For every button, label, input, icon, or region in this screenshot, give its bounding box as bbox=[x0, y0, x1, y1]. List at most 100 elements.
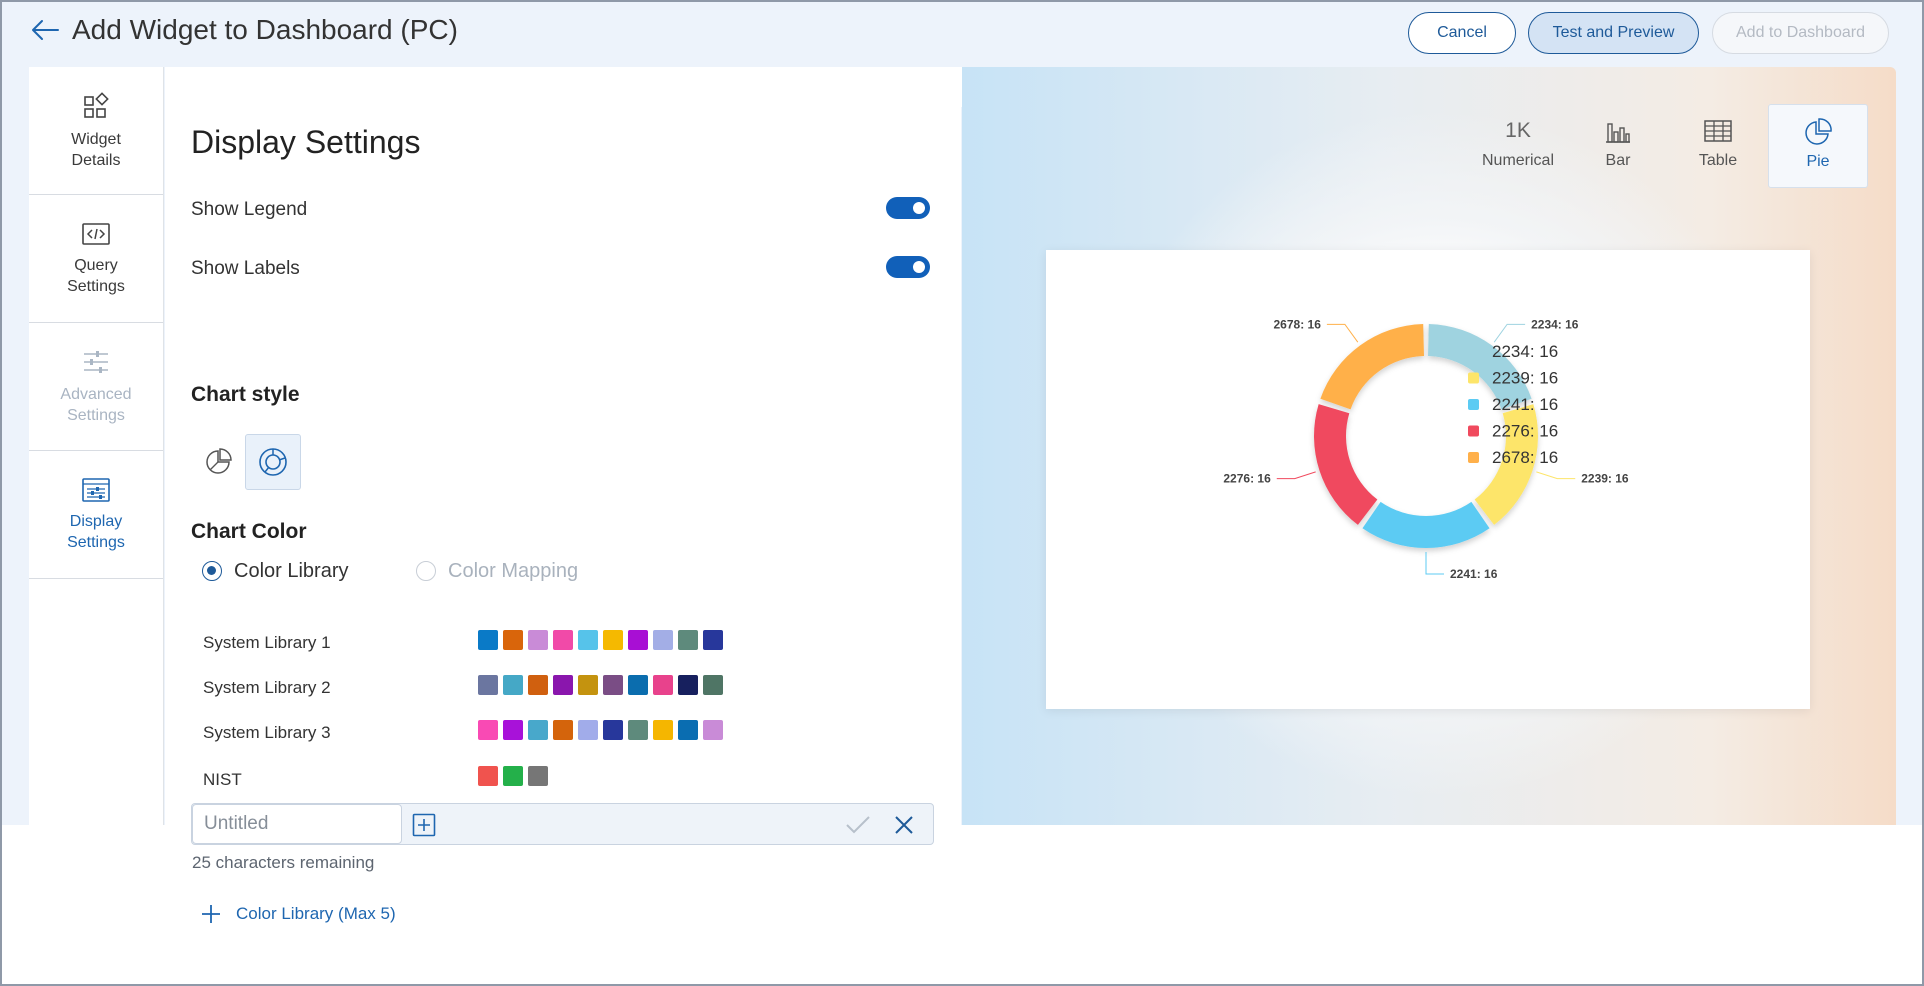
tab-numerical[interactable]: 1K Numerical bbox=[1468, 104, 1568, 188]
legend-swatch bbox=[1468, 372, 1479, 384]
library-name: System Library 1 bbox=[203, 633, 331, 652]
color-swatch[interactable] bbox=[478, 766, 498, 786]
add-color-button[interactable] bbox=[411, 812, 437, 838]
tab-pie[interactable]: Pie bbox=[1768, 104, 1868, 188]
show-labels-toggle[interactable] bbox=[886, 256, 930, 278]
sliders-icon bbox=[84, 350, 108, 373]
library-swatches[interactable] bbox=[478, 720, 723, 740]
display-settings-icon bbox=[82, 477, 110, 502]
slice-label: 2241: 16 bbox=[1450, 567, 1498, 581]
color-swatch[interactable] bbox=[578, 675, 598, 695]
tab-bar[interactable]: Bar bbox=[1568, 104, 1668, 188]
tab-label: Bar bbox=[1605, 152, 1631, 169]
chart-style-pie-button[interactable] bbox=[190, 434, 246, 490]
new-library-row bbox=[191, 803, 934, 845]
slice-label: 2234: 16 bbox=[1531, 317, 1579, 331]
back-arrow-icon[interactable] bbox=[28, 14, 64, 46]
tab-label: Numerical bbox=[1481, 152, 1554, 169]
color-swatch[interactable] bbox=[553, 720, 573, 740]
color-swatch[interactable] bbox=[503, 720, 523, 740]
color-swatch[interactable] bbox=[503, 630, 523, 650]
legend-label: 2678: 16 bbox=[1492, 448, 1558, 467]
confirm-button[interactable] bbox=[844, 813, 872, 837]
color-swatch[interactable] bbox=[628, 675, 648, 695]
color-swatch[interactable] bbox=[553, 630, 573, 650]
color-swatch[interactable] bbox=[528, 675, 548, 695]
sidebar-item-label: Display bbox=[69, 512, 123, 530]
color-swatch[interactable] bbox=[603, 720, 623, 740]
sidebar-item-label: Advanced bbox=[60, 385, 132, 403]
pie-slice-2276[interactable] bbox=[1314, 404, 1378, 525]
library-name: System Library 3 bbox=[203, 723, 331, 742]
numerical-icon: 1K bbox=[1505, 119, 1531, 142]
color-swatch[interactable] bbox=[653, 720, 673, 740]
sidebar-item-display-settings[interactable]: Display Settings bbox=[29, 451, 163, 579]
chart-color-heading: Chart Color bbox=[191, 520, 307, 543]
tab-table[interactable]: Table bbox=[1668, 104, 1768, 188]
legend-swatch bbox=[1468, 399, 1479, 410]
legend-item[interactable]: 2678: 16 bbox=[1468, 448, 1558, 467]
add-to-dashboard-button[interactable]: Add to Dashboard bbox=[1712, 12, 1889, 54]
library-swatches[interactable] bbox=[478, 766, 548, 786]
color-swatch[interactable] bbox=[678, 675, 698, 695]
sidebar-item-query-settings[interactable]: Query Settings bbox=[29, 195, 163, 323]
color-swatch[interactable] bbox=[678, 720, 698, 740]
legend-swatch bbox=[1468, 346, 1479, 357]
color-swatch[interactable] bbox=[603, 675, 623, 695]
slice-leader-line bbox=[1536, 471, 1576, 480]
color-swatch[interactable] bbox=[553, 675, 573, 695]
show-labels-label: Show Labels bbox=[191, 258, 300, 279]
cancel-button[interactable]: Cancel bbox=[1408, 12, 1516, 54]
library-swatches[interactable] bbox=[478, 675, 723, 695]
tab-label: Table bbox=[1698, 152, 1738, 169]
color-swatch[interactable] bbox=[578, 630, 598, 650]
color-swatch[interactable] bbox=[478, 720, 498, 740]
color-swatch[interactable] bbox=[478, 675, 498, 695]
library-name: NIST bbox=[203, 770, 242, 789]
color-mapping-radio[interactable] bbox=[416, 561, 436, 581]
close-icon bbox=[895, 816, 913, 834]
donut-chart: 2234: 16 2239: 16 2241: 16 2276: 16 2678: 16… bbox=[1223, 317, 1629, 581]
library-swatches[interactable] bbox=[478, 630, 723, 650]
color-swatch[interactable] bbox=[703, 630, 723, 650]
color-swatch[interactable] bbox=[478, 630, 498, 650]
chart-card: 2234: 16 2239: 16 2241: 16 2276: 16 2678: 16… bbox=[1046, 250, 1810, 709]
legend-item[interactable]: 2241: 16 bbox=[1468, 395, 1558, 414]
pie-slice-2241[interactable] bbox=[1362, 501, 1490, 548]
color-swatch[interactable] bbox=[703, 675, 723, 695]
slice-leader-line bbox=[1276, 471, 1316, 480]
discard-button[interactable] bbox=[892, 813, 916, 837]
slice-leader-line bbox=[1326, 323, 1359, 343]
color-swatch[interactable] bbox=[678, 630, 698, 650]
color-swatch[interactable] bbox=[653, 630, 673, 650]
sidebar-item-advanced-settings[interactable]: Advanced Settings bbox=[29, 323, 163, 451]
settings-sidebar: Widget Details Query Settings Advanced S… bbox=[29, 67, 164, 825]
legend-label: 2234: 16 bbox=[1492, 342, 1558, 361]
pie-chart-icon bbox=[1805, 118, 1832, 145]
add-color-library-button[interactable]: Color Library (Max 5) bbox=[200, 903, 396, 925]
legend-item[interactable]: 2276: 16 bbox=[1468, 422, 1558, 441]
color-swatch[interactable] bbox=[703, 720, 723, 740]
color-swatch[interactable] bbox=[503, 675, 523, 695]
characters-remaining: 25 characters remaining bbox=[192, 853, 375, 872]
color-swatch[interactable] bbox=[653, 675, 673, 695]
color-swatch[interactable] bbox=[603, 630, 623, 650]
chart-style-donut-button[interactable] bbox=[245, 434, 301, 490]
color-swatch[interactable] bbox=[628, 720, 648, 740]
legend-swatch bbox=[1468, 425, 1479, 437]
color-swatch[interactable] bbox=[503, 766, 523, 786]
legend-label: 2241: 16 bbox=[1492, 395, 1558, 414]
library-name-input[interactable] bbox=[192, 804, 402, 844]
sidebar-item-widget-details[interactable]: Widget Details bbox=[29, 67, 163, 195]
color-swatch[interactable] bbox=[628, 630, 648, 650]
color-swatch[interactable] bbox=[528, 766, 548, 786]
color-swatch[interactable] bbox=[528, 630, 548, 650]
show-legend-toggle[interactable] bbox=[886, 197, 930, 219]
bar-chart-icon bbox=[1606, 123, 1630, 143]
color-swatch[interactable] bbox=[528, 720, 548, 740]
color-library-radio[interactable] bbox=[202, 561, 222, 581]
color-swatch[interactable] bbox=[578, 720, 598, 740]
sidebar-item-label: Settings bbox=[67, 277, 125, 295]
test-and-preview-button[interactable]: Test and Preview bbox=[1528, 12, 1699, 54]
pie-slice-2678[interactable] bbox=[1320, 324, 1425, 410]
